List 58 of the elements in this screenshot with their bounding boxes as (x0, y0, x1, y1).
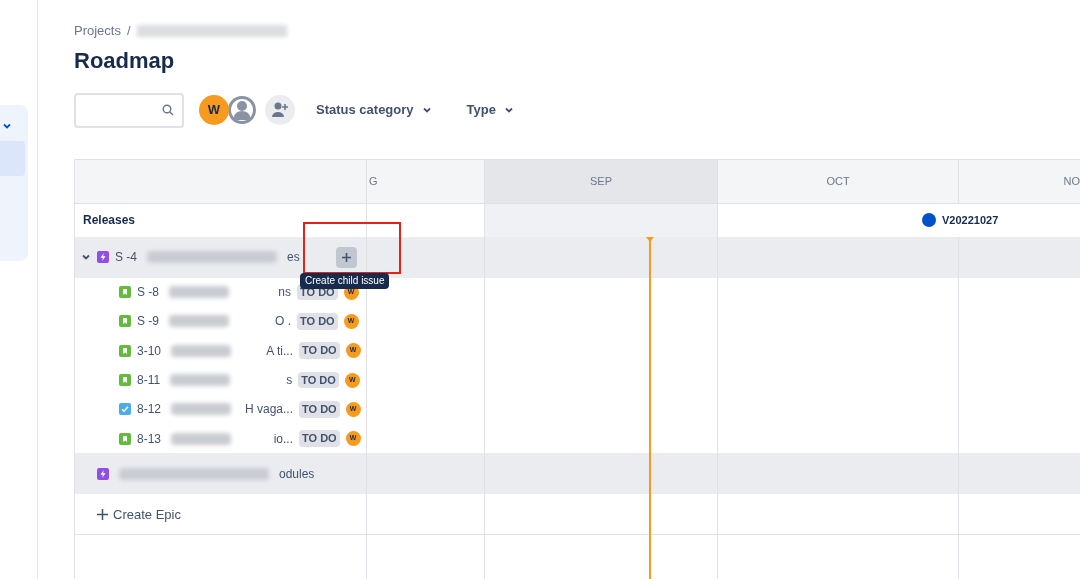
issue-summary[interactable]: ns (239, 283, 291, 302)
breadcrumb-separator: / (126, 22, 131, 40)
filter-dropdown[interactable]: Type (466, 100, 514, 120)
filter-dropdown[interactable]: Status category (316, 100, 432, 120)
issue-key[interactable]: 3-10 (137, 341, 162, 360)
breadcrumb-link[interactable]: Projects (74, 21, 121, 41)
issue-summary[interactable]: H vaga... (241, 400, 294, 419)
month-header: G (366, 159, 484, 203)
blur-patch (169, 315, 229, 328)
user-avatar[interactable] (227, 95, 257, 125)
add-person-icon[interactable] (265, 95, 295, 125)
issue-summary[interactable]: es (287, 248, 300, 266)
release-label: V20221027 (942, 212, 999, 228)
blur-patch (169, 286, 229, 299)
create-epic-button[interactable]: Create Epic (97, 504, 181, 525)
issue-key[interactable]: 8-13 (137, 429, 162, 448)
blur-patch (171, 403, 232, 416)
status-badge: TO DO (299, 430, 340, 447)
status-badge: TO DO (299, 401, 340, 418)
lightning-icon (97, 251, 109, 263)
bookmark-icon (119, 432, 131, 445)
issue-summary[interactable]: io... (241, 429, 294, 448)
issue-key[interactable]: S -9 (137, 312, 159, 331)
blur-patch (170, 374, 231, 387)
month-header: OCT (717, 159, 958, 203)
search-icon (162, 104, 174, 116)
page-title: Roadmap (74, 46, 176, 75)
issue-summary[interactable]: s (240, 371, 293, 390)
plus-icon (341, 251, 352, 263)
issue-key[interactable]: 8-12 (137, 400, 162, 419)
issue-key[interactable]: S -8 (137, 283, 159, 302)
status-badge: TO DO (297, 313, 338, 330)
chevron-icon (503, 105, 514, 115)
bookmark-icon (119, 374, 131, 387)
section-label: Releases (83, 212, 136, 229)
user-avatar[interactable]: W (199, 95, 229, 125)
bookmark-icon (119, 286, 131, 299)
issue-summary[interactable]: O . (239, 312, 291, 331)
lightning-icon (97, 467, 109, 480)
search-field[interactable] (74, 92, 184, 128)
issue-summary[interactable]: odules (279, 464, 315, 483)
chevron-icon (421, 105, 432, 115)
status-badge: TO DO (298, 371, 339, 389)
bookmark-icon (119, 315, 131, 328)
chevron-icon[interactable] (81, 252, 91, 262)
checkbox-icon (119, 403, 131, 416)
blur-patch (171, 432, 232, 445)
blur-patch (171, 344, 232, 357)
chevron-icon[interactable] (2, 121, 12, 131)
issue-key[interactable]: 8-11 (137, 371, 161, 390)
month-header: SEP (484, 159, 717, 203)
add-child-button[interactable] (336, 246, 357, 268)
issue-key[interactable]: S -4 (115, 248, 137, 266)
month-header: NO (958, 159, 1080, 203)
bookmark-icon (119, 344, 131, 357)
issue-summary[interactable]: A ti... (241, 341, 294, 360)
plus-icon (97, 508, 108, 520)
status-badge: TO DO (299, 342, 340, 359)
